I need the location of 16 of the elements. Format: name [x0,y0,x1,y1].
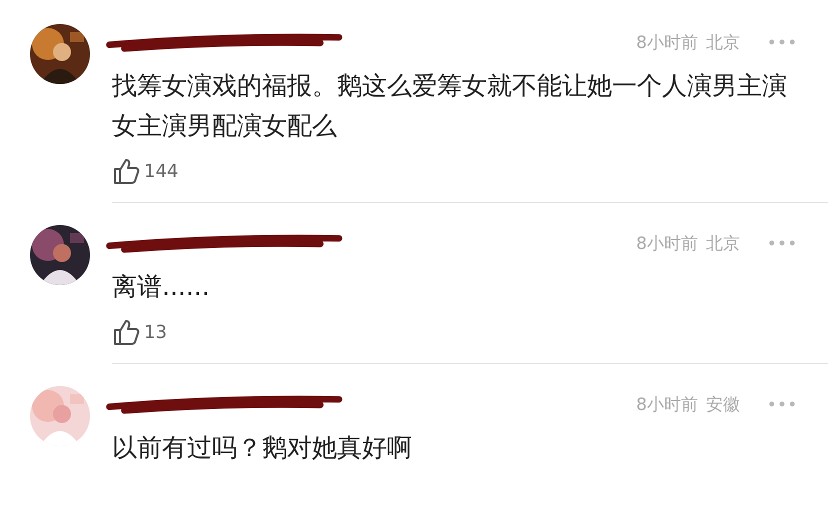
comment-time: 8小时前 [636,394,698,416]
comment-location: 北京 [706,232,740,254]
more-icon[interactable] [768,38,796,46]
thumbs-up-icon[interactable] [112,318,140,346]
comment-location: 北京 [706,32,740,54]
comment-location: 安徽 [706,394,740,416]
comment-text: 离谱...... [112,271,211,303]
comment-time: 8小时前 [636,32,698,54]
more-icon[interactable] [768,400,796,408]
comment-time: 8小时前 [636,232,698,254]
like-count: 13 [144,322,167,342]
thumbs-up-icon[interactable] [112,157,140,185]
more-icon[interactable] [768,239,796,247]
comment-text: 以前有过吗？鹅对她真好啊 [112,432,413,464]
like-count: 144 [144,160,178,182]
comment-text: 找筹女演戏的福报。鹅这么爱筹女就不能让她一个人演男主演女主演男配演女配么 [112,70,788,142]
